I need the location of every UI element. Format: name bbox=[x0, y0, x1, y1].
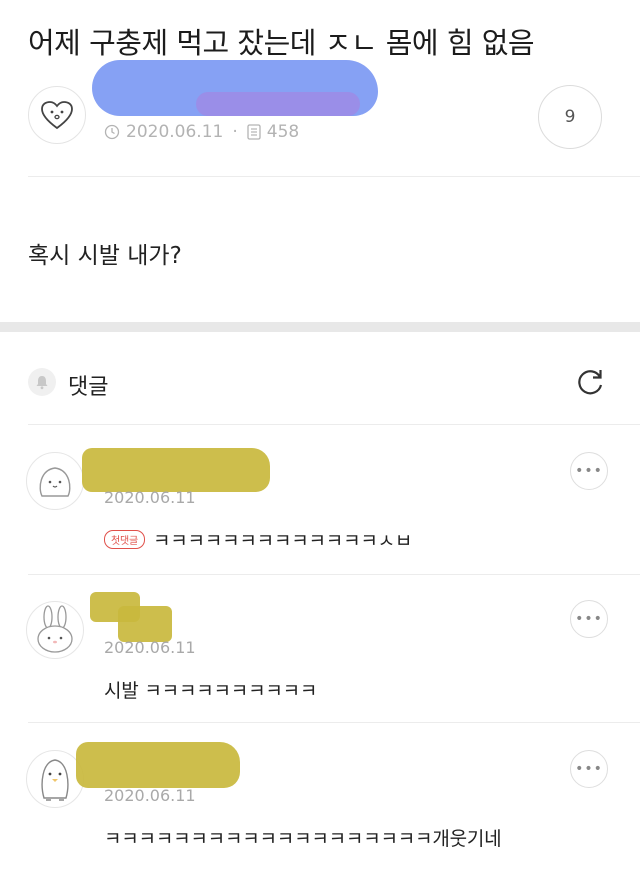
more-dots-icon: ••• bbox=[575, 611, 603, 627]
comment-more-button[interactable]: ••• bbox=[570, 750, 608, 788]
penguin-icon bbox=[41, 759, 69, 801]
post-meta: 2020.06.11 · 458 bbox=[104, 122, 299, 142]
comments-header-divider bbox=[28, 424, 640, 425]
comment-count-button[interactable]: 9 bbox=[538, 85, 602, 149]
comments-label: 댓글 bbox=[68, 375, 109, 400]
section-separator bbox=[0, 322, 640, 332]
comment-divider bbox=[28, 574, 640, 575]
rabbit-icon bbox=[37, 605, 73, 653]
commenter-avatar[interactable] bbox=[26, 452, 84, 510]
commenter-avatar[interactable] bbox=[26, 601, 84, 659]
bell-icon bbox=[28, 368, 56, 396]
comment-text: ㅋㅋㅋㅋㅋㅋㅋㅋㅋㅋㅋㅋㅋㅋㅋㅋㅋㅋㅋ개웃기네 bbox=[104, 828, 502, 850]
comment-date: 2020.06.11 bbox=[104, 638, 196, 657]
refresh-icon[interactable] bbox=[572, 364, 608, 404]
comment-more-button[interactable]: ••• bbox=[570, 452, 608, 490]
author-avatar[interactable] bbox=[28, 86, 86, 144]
first-comment-badge: 첫댓글 bbox=[104, 530, 145, 549]
comment-text: 첫댓글 ㅋㅋㅋㅋㅋㅋㅋㅋㅋㅋㅋㅋㅋㅅㅂ bbox=[104, 526, 412, 553]
comment-text: 시발 ㅋㅋㅋㅋㅋㅋㅋㅋㅋㅋ bbox=[104, 680, 318, 702]
comment-date: 2020.06.11 bbox=[104, 786, 196, 805]
view-count: 458 bbox=[266, 122, 300, 142]
comment-date: 2020.06.11 bbox=[104, 488, 196, 507]
header-divider bbox=[28, 176, 640, 177]
more-dots-icon: ••• bbox=[575, 761, 603, 777]
post-title: 어제 구충제 먹고 잤는데 ㅈㄴ 몸에 힘 없음 bbox=[28, 26, 535, 60]
heart-face-icon bbox=[41, 101, 73, 130]
redaction-mark bbox=[118, 606, 172, 642]
redacted-username bbox=[76, 742, 240, 788]
redaction-mark bbox=[196, 92, 360, 116]
comment-body: ㅋㅋㅋㅋㅋㅋㅋㅋㅋㅋㅋㅋㅋㅅㅂ bbox=[153, 530, 413, 552]
document-icon bbox=[247, 124, 261, 140]
comment-more-button[interactable]: ••• bbox=[570, 600, 608, 638]
post-date: 2020.06.11 bbox=[126, 122, 224, 142]
comment-divider bbox=[28, 722, 640, 723]
more-dots-icon: ••• bbox=[575, 463, 603, 479]
redacted-username bbox=[82, 448, 270, 492]
post-body: 혹시 시발 내가? bbox=[28, 243, 182, 269]
blob-character-icon bbox=[39, 467, 71, 497]
meta-separator: · bbox=[232, 122, 238, 142]
clock-icon bbox=[104, 124, 120, 140]
